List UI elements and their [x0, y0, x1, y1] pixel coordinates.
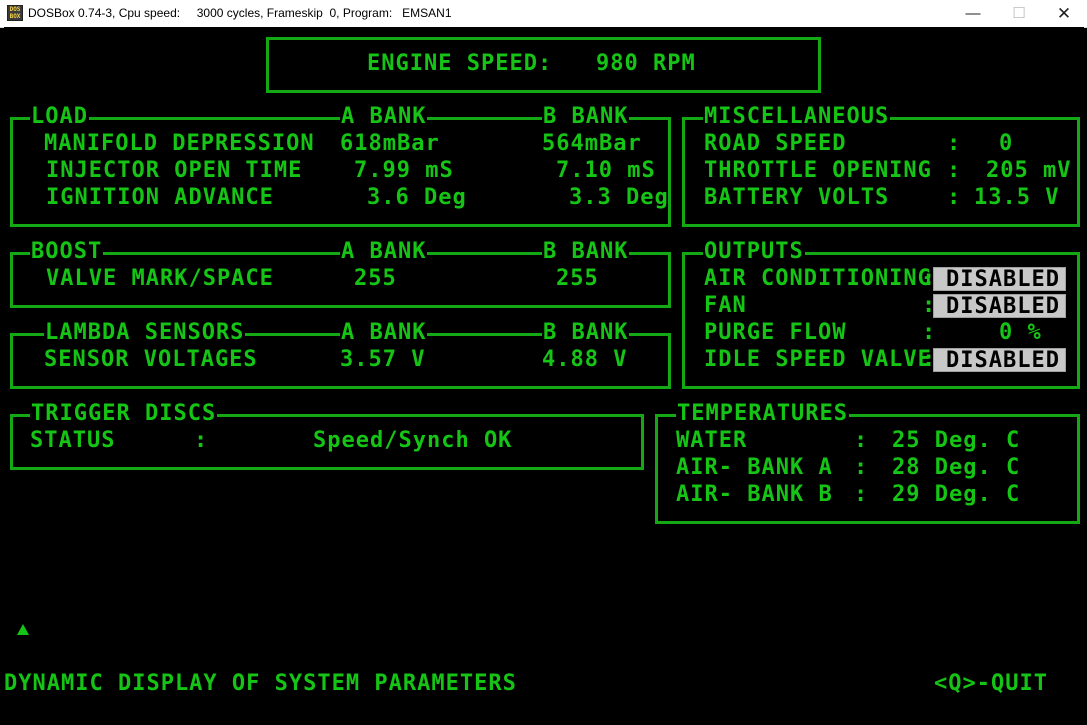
- output-row-label: PURGE FLOW: [704, 320, 847, 345]
- misc-row-label: THROTTLE OPENING: [704, 158, 932, 183]
- temp-row-label: AIR- BANK A: [676, 455, 833, 480]
- misc-row-value: 0: [999, 131, 1014, 156]
- misc-row-value: 13.5 V: [974, 185, 1060, 210]
- status-line: DYNAMIC DISPLAY OF SYSTEM PARAMETERS: [4, 671, 517, 696]
- trigger-sep: :: [194, 428, 209, 453]
- boost-row-a: 255: [354, 266, 397, 291]
- trigger-status-value: Speed/Synch OK: [313, 428, 513, 453]
- close-button[interactable]: ✕: [1041, 0, 1087, 27]
- trigger-label: STATUS: [30, 428, 116, 453]
- quit-hint[interactable]: <Q>-QUIT: [934, 673, 1048, 695]
- load-row-label: IGNITION ADVANCE: [46, 185, 274, 210]
- lambda-row-a: 3.57 V: [340, 347, 426, 372]
- load-row-label: INJECTOR OPEN TIME: [46, 158, 303, 183]
- boost-col-a: A BANK: [340, 239, 428, 264]
- window-title: DOSBox 0.74-3, Cpu speed: 3000 cycles, F…: [28, 6, 452, 20]
- minimize-button[interactable]: —: [950, 0, 996, 27]
- output-row-sep: :: [922, 320, 937, 345]
- misc-row-sep: :: [947, 131, 962, 156]
- lambda-title: LAMBDA SENSORS: [44, 320, 246, 345]
- boost-row-b: 255: [556, 266, 599, 291]
- output-row-label: IDLE SPEED VALVE: [704, 347, 932, 372]
- load-col-b: B BANK: [542, 104, 630, 129]
- output-row-label: FAN: [704, 293, 747, 318]
- outputs-title: OUTPUTS: [703, 239, 805, 264]
- lambda-col-a: A BANK: [340, 320, 428, 345]
- misc-row-sep: :: [947, 158, 962, 183]
- boost-row-label: VALVE MARK/SPACE: [46, 266, 274, 291]
- dos-screen: ENGINE SPEED: 980 RPM LOAD A BANK B BANK…: [4, 27, 1084, 699]
- load-row-a: 618mBar: [340, 131, 440, 156]
- temp-row-sep: :: [854, 482, 869, 507]
- trigger-title: TRIGGER DISCS: [30, 401, 218, 426]
- purge-flow-value: 0 %: [999, 320, 1042, 345]
- dosbox-icon: DOS BOX: [7, 5, 23, 21]
- load-row-b: 564mBar: [542, 131, 642, 156]
- temp-row-label: AIR- BANK B: [676, 482, 833, 507]
- load-title: LOAD: [30, 104, 89, 129]
- load-row-b: 3.3 Deg: [569, 185, 669, 210]
- engine-speed-value: 980 RPM: [596, 51, 696, 76]
- misc-row-sep: :: [947, 185, 962, 210]
- load-row-a: 3.6 Deg: [367, 185, 467, 210]
- temp-row-label: WATER: [676, 428, 748, 453]
- boost-title: BOOST: [30, 239, 104, 264]
- misc-row-value: 205 mV: [986, 158, 1072, 183]
- lambda-col-b: B BANK: [542, 320, 630, 345]
- maximize-button[interactable]: ☐: [996, 0, 1042, 27]
- load-row-label: MANIFOLD DEPRESSION: [44, 131, 315, 156]
- air-conditioning-status: DISABLED: [933, 267, 1066, 292]
- lambda-row-b: 4.88 V: [542, 347, 628, 372]
- window-titlebar: DOS BOX DOSBox 0.74-3, Cpu speed: 3000 cy…: [0, 0, 1087, 28]
- misc-row-label: ROAD SPEED: [704, 131, 847, 156]
- temp-row-value: 25 Deg. C: [892, 428, 1021, 453]
- idle-speed-valve-status: DISABLED: [933, 348, 1066, 373]
- lambda-row-label: SENSOR VOLTAGES: [44, 347, 258, 372]
- misc-title: MISCELLANEOUS: [703, 104, 891, 129]
- load-row-a: 7.99 mS: [354, 158, 454, 183]
- cursor-arrow-icon: [17, 624, 29, 635]
- temp-row-sep: :: [854, 455, 869, 480]
- temp-row-value: 29 Deg. C: [892, 482, 1021, 507]
- misc-row-label: BATTERY VOLTS: [704, 185, 890, 210]
- load-col-a: A BANK: [340, 104, 428, 129]
- temp-row-sep: :: [854, 428, 869, 453]
- temps-title: TEMPERATURES: [676, 401, 849, 426]
- fan-status: DISABLED: [933, 294, 1066, 319]
- temp-row-value: 28 Deg. C: [892, 455, 1021, 480]
- boost-col-b: B BANK: [542, 239, 630, 264]
- load-row-b: 7.10 mS: [556, 158, 656, 183]
- engine-speed-label: ENGINE SPEED:: [367, 51, 553, 76]
- output-row-label: AIR CONDITIONING: [704, 266, 932, 291]
